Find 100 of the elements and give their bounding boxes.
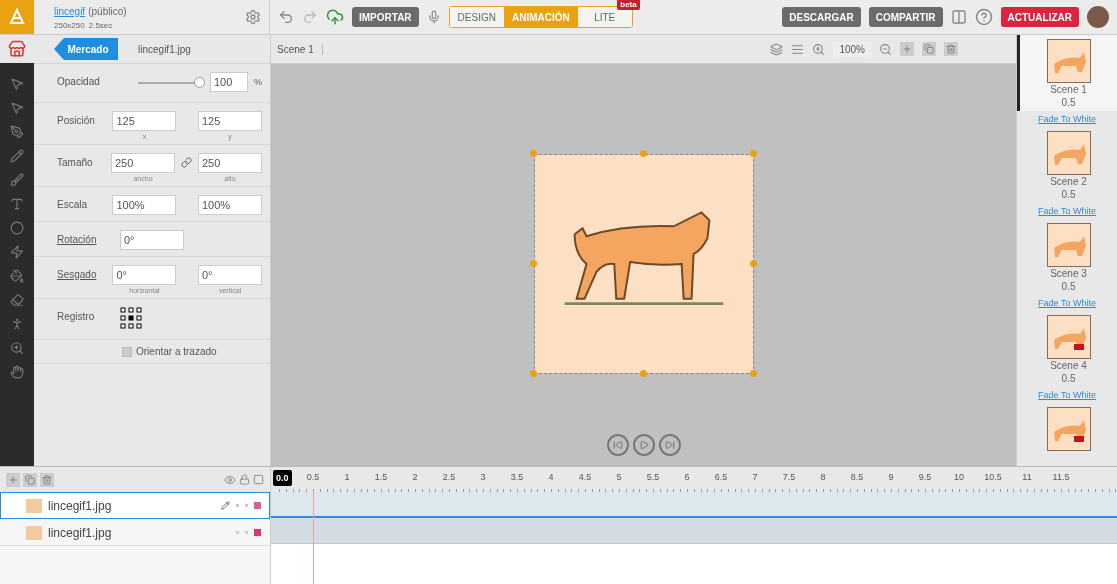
resize-handle[interactable] <box>529 260 537 267</box>
layer-row[interactable]: lincegif1.jpg <box>0 492 270 519</box>
eye-icon[interactable] <box>224 473 236 486</box>
scene-name: Scene 4 <box>1050 359 1087 372</box>
scene-duration: 0.5 <box>1061 96 1076 109</box>
text-icon[interactable] <box>10 197 24 211</box>
help-icon[interactable] <box>974 8 993 26</box>
tick-label: 11.5 <box>1052 472 1070 482</box>
tick-label: 5.5 <box>646 472 660 482</box>
settings-icon[interactable] <box>245 9 261 25</box>
duplicate-layer-button[interactable] <box>23 472 37 487</box>
value-field[interactable]: 125 <box>198 111 262 131</box>
value-field[interactable]: 100% <box>112 195 177 215</box>
paint-bucket-icon[interactable] <box>10 269 24 283</box>
value-field[interactable]: 250 <box>111 153 175 173</box>
pen-icon[interactable] <box>10 125 24 139</box>
tick-label: 11 <box>1022 472 1032 482</box>
layer-color[interactable] <box>254 502 261 509</box>
lightning-icon[interactable] <box>10 245 24 259</box>
breadcrumb[interactable]: Scene 1 <box>277 43 323 55</box>
resize-handle[interactable] <box>639 150 647 157</box>
pencil-icon[interactable] <box>221 501 230 510</box>
cat-drawing <box>1053 144 1086 165</box>
registration-grid-icon[interactable] <box>120 307 142 329</box>
playhead-time[interactable]: 0.0 <box>273 470 292 486</box>
redo-icon[interactable] <box>302 9 318 25</box>
duplicate-scene-button[interactable] <box>922 42 936 56</box>
resize-handle[interactable] <box>749 150 757 157</box>
opacity-field[interactable]: 100 <box>210 72 248 92</box>
play-icon <box>638 440 649 450</box>
value-field[interactable]: 0° <box>120 230 184 250</box>
zoom-icon[interactable] <box>10 341 24 355</box>
circle-icon[interactable] <box>10 221 24 235</box>
slider-thumb[interactable] <box>194 77 205 88</box>
delete-layer-button[interactable] <box>40 472 54 487</box>
scene-duration: 0.5 <box>1061 188 1076 201</box>
scene-card[interactable]: Scene 3 0.5 <box>1017 219 1117 295</box>
layer-color[interactable] <box>254 529 261 536</box>
transition-link[interactable]: Fade To White <box>1038 387 1096 403</box>
property-label: Posición <box>57 114 96 126</box>
download-button[interactable]: DESCARGAR <box>782 7 861 27</box>
zoom-field[interactable]: 100% <box>833 41 871 57</box>
resize-handle[interactable] <box>639 370 647 377</box>
share-button[interactable]: COMPARTIR <box>868 7 943 27</box>
avatar[interactable] <box>1087 6 1109 28</box>
scene-card[interactable]: Scene 4 0.5 <box>1017 311 1117 387</box>
undo-icon[interactable] <box>278 9 294 25</box>
value-field[interactable]: 125 <box>112 111 177 131</box>
value-field[interactable]: 0° <box>198 265 262 285</box>
resize-handle[interactable] <box>749 260 757 267</box>
value-field[interactable]: 0° <box>112 265 177 285</box>
direct-select-icon[interactable] <box>10 101 24 115</box>
resize-handle[interactable] <box>529 150 537 157</box>
layer-track[interactable] <box>271 518 1117 544</box>
add-layer-button[interactable] <box>6 472 20 487</box>
resize-handle[interactable] <box>529 370 537 377</box>
eraser-icon[interactable] <box>10 293 24 307</box>
image-frame[interactable] <box>533 154 754 374</box>
transition-link[interactable]: Fade To White <box>1038 111 1096 127</box>
pointer-icon[interactable] <box>10 77 24 91</box>
value-field[interactable]: 250 <box>198 153 262 173</box>
transition-link[interactable]: Fade To White <box>1038 295 1096 311</box>
scene-card[interactable]: Scene 2 0.5 <box>1017 127 1117 203</box>
project-link[interactable]: lincegif <box>54 5 86 17</box>
brush-icon[interactable] <box>10 173 24 187</box>
market-tab[interactable]: Mercado <box>54 38 118 60</box>
add-scene-button[interactable] <box>900 42 914 56</box>
import-button[interactable]: IMPORTAR <box>352 7 419 27</box>
scene-name: Scene 1 <box>1050 83 1087 96</box>
figure-icon[interactable] <box>10 317 24 331</box>
align-icon[interactable] <box>791 42 805 56</box>
checkbox[interactable] <box>122 346 132 357</box>
next-button[interactable] <box>658 434 681 456</box>
upgrade-button[interactable]: ACTUALIZAR <box>1000 7 1079 27</box>
layer-row[interactable]: lincegif1.jpg <box>0 519 270 546</box>
zoom-in-icon[interactable] <box>812 42 826 56</box>
hand-icon[interactable] <box>10 365 24 379</box>
lock-icon[interactable] <box>239 474 250 485</box>
store-tab[interactable] <box>0 35 34 63</box>
play-button[interactable] <box>632 434 655 456</box>
mode-tab[interactable]: DESIGN <box>449 7 504 27</box>
cloud-upload-icon[interactable] <box>326 8 344 26</box>
microphone-icon[interactable] <box>426 10 441 24</box>
logo-icon[interactable] <box>0 0 34 34</box>
resize-handle[interactable] <box>749 370 757 377</box>
transition-link[interactable]: Fade To White <box>1038 203 1096 219</box>
time-ruler[interactable]: 0.0 0.5 1 1.5 2 2.5 3 3.5 4 4.5 5 5.5 6 6.5 7 7.5 8 8.5 9 9.5 10 10.5 11 11.5 <box>271 467 1117 492</box>
arrange-icon[interactable] <box>770 42 784 56</box>
mode-tab[interactable]: LITE <box>577 7 632 27</box>
value-field[interactable]: 100% <box>198 195 262 215</box>
tick-label: 1 <box>344 472 350 482</box>
scene-card[interactable]: Scene 1 0.5 <box>1017 35 1117 111</box>
square-icon[interactable] <box>253 474 264 485</box>
cat-drawing <box>1053 420 1086 442</box>
delete-scene-button[interactable] <box>944 42 958 56</box>
panel-icon[interactable] <box>950 9 967 25</box>
zoom-out-icon[interactable] <box>879 42 892 56</box>
property-label: Escala <box>57 198 88 210</box>
pencil-icon[interactable] <box>10 149 24 163</box>
previous-button[interactable] <box>606 434 629 456</box>
